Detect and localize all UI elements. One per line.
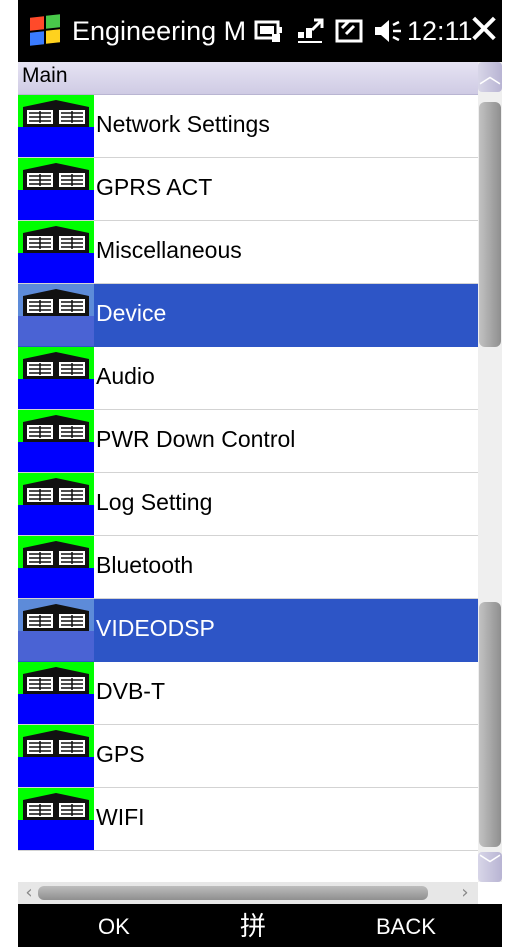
list-item-label: Miscellaneous (96, 237, 242, 263)
building-icon (18, 536, 94, 598)
list-item[interactable]: Log Setting (18, 473, 478, 536)
list-header: Main (18, 62, 478, 95)
list-item[interactable]: VIDEODSP (18, 599, 478, 662)
scroll-up-icon[interactable]: ︿ (478, 62, 502, 92)
list-item[interactable]: Device (18, 284, 478, 347)
battery-icon (254, 20, 282, 42)
list-item[interactable]: GPS (18, 725, 478, 788)
list-item-label: WIFI (96, 804, 145, 830)
header-label: Main (22, 64, 68, 87)
list-item-label: GPRS ACT (96, 174, 213, 200)
volume-icon (375, 20, 401, 42)
list-item-label: Device (96, 300, 167, 326)
list-item[interactable]: WIFI (18, 788, 478, 851)
list-item-label: GPS (96, 741, 145, 767)
app-title: Engineering M (72, 16, 247, 46)
input-method-icon[interactable]: 拼 (240, 906, 266, 943)
list-item-label: Audio (96, 363, 155, 389)
list-item-label: DVB-T (96, 678, 165, 704)
vertical-scrollbar[interactable]: ︿ ﹀ (478, 62, 502, 882)
list-item-label: PWR Down Control (96, 426, 296, 452)
list-item[interactable]: Audio (18, 347, 478, 410)
windows-flag-icon[interactable] (30, 14, 64, 47)
building-icon (18, 284, 94, 346)
building-icon (18, 410, 94, 472)
menu-list: Network Settings GPRS ACT Miscellaneous Dev… (18, 95, 478, 851)
list-item[interactable]: PWR Down Control (18, 410, 478, 473)
building-icon (18, 158, 94, 220)
list-item-label: Bluetooth (96, 552, 194, 578)
close-icon[interactable]: ✕ (466, 10, 502, 50)
scroll-thumb-upper[interactable] (479, 102, 501, 347)
scroll-right-icon[interactable]: › (454, 882, 476, 904)
building-icon (18, 95, 94, 157)
building-icon (18, 599, 94, 661)
title-bar: Engineering M 12:11 ✕ (18, 0, 502, 62)
building-icon (18, 221, 94, 283)
softkey-bar: OK 拼 BACK (18, 904, 502, 947)
list-item[interactable]: Network Settings (18, 95, 478, 158)
signal-icon (335, 19, 363, 43)
ok-softkey[interactable]: OK (98, 914, 130, 940)
list-item[interactable]: Miscellaneous (18, 221, 478, 284)
building-icon (18, 473, 94, 535)
list-item-label: Log Setting (96, 489, 213, 515)
scroll-down-icon[interactable]: ﹀ (478, 852, 502, 882)
scroll-left-icon[interactable]: ‹ (18, 882, 40, 904)
building-icon (18, 788, 94, 850)
list-item-label: VIDEODSP (96, 615, 215, 641)
building-icon (18, 725, 94, 787)
horizontal-scrollbar[interactable]: ‹ › (18, 882, 478, 904)
list-item[interactable]: Bluetooth (18, 536, 478, 599)
building-icon (18, 347, 94, 409)
connectivity-icon (298, 18, 324, 43)
scroll-thumb-lower[interactable] (479, 602, 501, 847)
device-screen: Engineering M 12:11 ✕ Main Network Setti… (18, 0, 502, 947)
list-item-label: Network Settings (96, 111, 270, 137)
horizontal-scroll-thumb[interactable] (38, 886, 428, 900)
building-icon (18, 662, 94, 724)
list-item[interactable]: DVB-T (18, 662, 478, 725)
clock-time: 12:11 (407, 16, 473, 46)
back-softkey[interactable]: BACK (376, 914, 436, 940)
list-item[interactable]: GPRS ACT (18, 158, 478, 221)
